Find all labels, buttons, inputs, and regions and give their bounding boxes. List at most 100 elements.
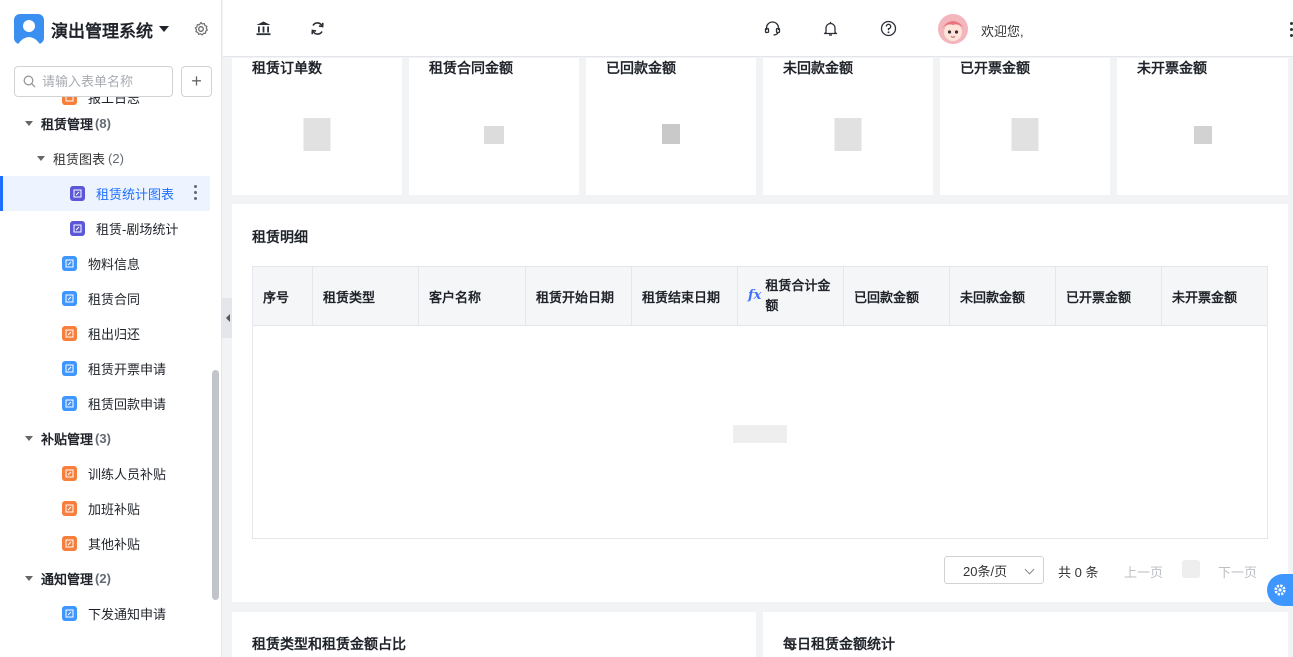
sidebar-item-label: 下发通知申请	[88, 607, 167, 622]
col-header-total-amount[interactable]: fx 租赁合计金额	[738, 267, 844, 325]
help-icon[interactable]	[880, 20, 897, 37]
form-icon	[62, 396, 77, 411]
col-header-label: 租赁合计金额	[765, 278, 831, 313]
sidebar-item-material-info[interactable]: 物料信息	[0, 246, 210, 281]
search-box[interactable]	[14, 66, 173, 97]
nav-tree: 报工日志 租赁管理 (8) 租赁图表 (2) 租赁统计图表 租赁-剧场统计 物料…	[0, 97, 210, 657]
sidebar-item-rent-theater-stats[interactable]: 租赁-剧场统计	[0, 211, 210, 246]
prev-page-button[interactable]: 上一页	[1124, 562, 1163, 581]
group-label: 租赁管理	[41, 117, 94, 132]
col-header-end-date[interactable]: 租赁结束日期	[632, 267, 738, 325]
stat-value-placeholder	[662, 124, 680, 144]
form-icon	[62, 466, 77, 481]
col-header-start-date[interactable]: 租赁开始日期	[526, 267, 632, 325]
sidebar-item-label: 租赁-剧场统计	[96, 222, 179, 237]
sidebar-group-subsidy[interactable]: 补贴管理 (3)	[0, 421, 210, 456]
sidebar-item-label: 租赁统计图表	[96, 187, 175, 202]
expand-arrow-icon[interactable]	[37, 156, 45, 161]
chevron-left-icon	[226, 314, 230, 322]
sidebar-item-rent-invoice[interactable]: 租赁开票申请	[0, 351, 210, 386]
stat-title: 租赁合同金额	[429, 60, 513, 76]
sidebar-item-label: 其他补贴	[88, 537, 141, 552]
stat-value-placeholder	[303, 118, 331, 151]
sidebar: 演出管理系统 + 报工日志 租赁管理 (8) 租赁图表 (2)	[0, 0, 222, 657]
search-input[interactable]	[42, 74, 162, 89]
section-title: 租赁类型和租赁金额占比	[252, 636, 406, 652]
pagination: 20条/页 共 0 条 上一页 下一页	[232, 556, 1288, 584]
expand-arrow-icon[interactable]	[25, 576, 33, 581]
stat-title: 未回款金额	[783, 60, 853, 76]
stat-card-unreceived-amount: 未回款金额	[763, 58, 933, 195]
stat-title: 已开票金额	[960, 60, 1030, 76]
sidebar-group-rent[interactable]: 租赁管理 (8)	[0, 106, 210, 141]
stat-card-invoiced-amount: 已开票金额	[940, 58, 1110, 195]
rent-detail-table: 序号 租赁类型 客户名称 租赁开始日期 租赁结束日期 fx 租赁合计金额 已回款…	[252, 266, 1268, 539]
sidebar-item-label: 租出归还	[88, 327, 141, 342]
col-header-rent-type[interactable]: 租赁类型	[313, 267, 419, 325]
sidebar-item-label: 物料信息	[88, 257, 141, 272]
group-label: 通知管理	[41, 572, 94, 587]
chart-form-icon	[70, 221, 85, 236]
sidebar-group-notice[interactable]: 通知管理 (2)	[0, 561, 210, 596]
sidebar-item-rent-return[interactable]: 租出归还	[0, 316, 210, 351]
bank-icon[interactable]	[255, 20, 272, 37]
stat-value-placeholder	[484, 126, 504, 144]
group-count: (2)	[95, 571, 111, 586]
sidebar-subgroup-rent-charts[interactable]: 租赁图表 (2)	[0, 141, 210, 176]
more-options-icon[interactable]	[194, 185, 198, 200]
page-size-value: 20条/页	[963, 563, 1008, 579]
sidebar-item-overtime-subsidy[interactable]: 加班补贴	[0, 491, 210, 526]
stat-card-uninvoiced-amount: 未开票金额	[1117, 58, 1288, 195]
next-page-button[interactable]: 下一页	[1218, 562, 1257, 581]
expand-arrow-icon[interactable]	[25, 436, 33, 441]
stat-title: 租赁订单数	[252, 60, 322, 76]
gear-icon[interactable]	[193, 21, 209, 37]
form-icon	[62, 501, 77, 516]
expand-arrow-icon[interactable]	[25, 121, 33, 126]
stat-value-placeholder	[834, 118, 862, 151]
page-size-select[interactable]: 20条/页	[944, 556, 1044, 584]
sidebar-item-work-log[interactable]: 报工日志	[0, 97, 210, 106]
group-label: 补贴管理	[41, 432, 94, 447]
stat-title: 未开票金额	[1137, 60, 1207, 76]
sidebar-item-notice-apply[interactable]: 下发通知申请	[0, 596, 210, 631]
group-count: (3)	[95, 431, 111, 446]
add-form-button[interactable]: +	[181, 66, 212, 97]
sidebar-item-trainer-subsidy[interactable]: 训练人员补贴	[0, 456, 210, 491]
sidebar-item-rent-stats-chart[interactable]: 租赁统计图表	[0, 176, 210, 211]
col-header-invoiced[interactable]: 已开票金额	[1056, 267, 1162, 325]
col-header-unreceived[interactable]: 未回款金额	[950, 267, 1056, 325]
stat-value-placeholder	[1011, 118, 1039, 151]
welcome-text: 欢迎您,	[981, 24, 1024, 39]
col-header-received[interactable]: 已回款金额	[844, 267, 950, 325]
subgroup-label: 租赁图表	[53, 152, 106, 167]
sidebar-item-other-subsidy[interactable]: 其他补贴	[0, 526, 210, 561]
refresh-icon[interactable]	[309, 20, 326, 37]
sidebar-scrollbar[interactable]	[212, 370, 219, 600]
top-bar: 欢迎您,	[223, 0, 1293, 57]
col-header-index[interactable]: 序号	[253, 267, 313, 325]
form-icon	[62, 326, 77, 341]
empty-placeholder	[733, 425, 787, 443]
form-icon	[62, 536, 77, 551]
sidebar-item-label: 租赁合同	[88, 292, 141, 307]
avatar[interactable]	[938, 14, 968, 44]
col-header-uninvoiced[interactable]: 未开票金额	[1162, 267, 1267, 325]
app-title[interactable]: 演出管理系统	[51, 17, 153, 42]
page-number-placeholder[interactable]	[1182, 560, 1200, 578]
col-header-customer[interactable]: 客户名称	[419, 267, 526, 325]
sidebar-item-rent-contract[interactable]: 租赁合同	[0, 281, 210, 316]
sidebar-item-rent-payment[interactable]: 租赁回款申请	[0, 386, 210, 421]
section-title: 租赁明细	[252, 229, 308, 245]
form-icon	[62, 97, 77, 105]
chart-form-icon	[70, 186, 85, 201]
customer-service-icon[interactable]	[764, 20, 781, 37]
table-header: 序号 租赁类型 客户名称 租赁开始日期 租赁结束日期 fx 租赁合计金额 已回款…	[253, 267, 1267, 326]
subgroup-count: (2)	[108, 151, 124, 166]
app-switch-caret-icon[interactable]	[159, 26, 169, 32]
stat-value-placeholder	[1193, 126, 1212, 144]
stat-card-contract-amount: 租赁合同金额	[409, 58, 579, 195]
bell-icon[interactable]	[822, 20, 839, 37]
col-header-total-amount-inner: fx 租赁合计金额	[748, 276, 835, 316]
settings-fab-button[interactable]	[1267, 574, 1293, 606]
